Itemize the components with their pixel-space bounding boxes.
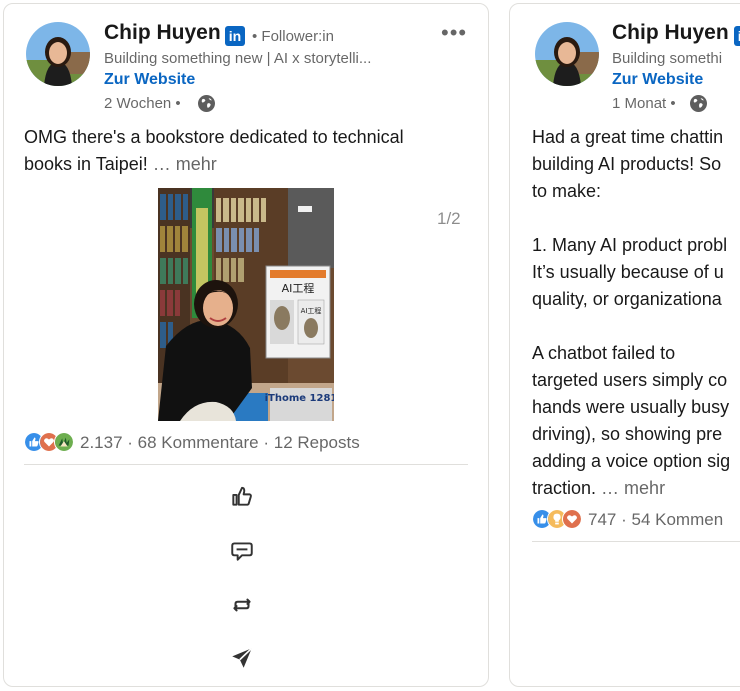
author-headline: Building somethi: [612, 50, 723, 67]
post-text-line: OMG there's a bookstore dedicated to tec…: [24, 127, 404, 147]
website-link[interactable]: Zur Website: [104, 71, 195, 89]
post-card-2: Chip Huyen in Building somethi Zur Websi…: [509, 3, 740, 687]
more-link[interactable]: … mehr: [601, 478, 665, 498]
globe-icon: [690, 95, 707, 112]
comment-icon[interactable]: [229, 538, 255, 564]
website-link[interactable]: Zur Website: [612, 71, 703, 89]
reaction-count[interactable]: 747: [588, 510, 616, 529]
magazine-title: iThome 1281: [265, 393, 334, 404]
thumbs-up-icon[interactable]: [229, 483, 255, 509]
reaction-summary: 747 · 54 Kommen: [588, 510, 723, 530]
post-photo[interactable]: AI工程 AI工程 iThome 1281: [158, 188, 334, 421]
support-reaction-icon: [54, 432, 74, 452]
author-name[interactable]: Chip Huyen: [104, 21, 221, 45]
more-icon[interactable]: •••: [441, 22, 467, 44]
comments-count[interactable]: · 54 Kommen: [621, 510, 723, 529]
post-text-line: to make:: [532, 181, 602, 201]
more-link[interactable]: … mehr: [153, 154, 217, 174]
follower-label: • Follower:in: [252, 28, 334, 45]
post-text-line: books in Taipei!: [24, 154, 148, 174]
linkedin-badge-icon: in: [734, 26, 740, 46]
post-text-line: adding a voice option sig: [532, 451, 731, 471]
reposts-count[interactable]: · 12 Reposts: [263, 433, 359, 452]
repost-icon[interactable]: [229, 592, 255, 618]
post-text-line: 1. Many AI product probl: [532, 235, 728, 255]
author-name[interactable]: Chip Huyen: [612, 21, 729, 45]
divider: [532, 541, 740, 542]
poster-book-title: AI工程: [301, 306, 322, 315]
author-avatar[interactable]: [26, 22, 90, 86]
post-text-line: Had a great time chattin: [532, 127, 724, 147]
love-reaction-icon: [562, 509, 582, 529]
author-headline: Building something new | AI x storytelli…: [104, 50, 372, 67]
post-text-line: It’s usually because of u: [532, 262, 724, 282]
post-text-line: traction.: [532, 478, 597, 498]
reaction-summary: 2.137 · 68 Kommentare · 12 Reposts: [80, 433, 360, 453]
post-text-line: A chatbot failed to: [532, 343, 676, 363]
post-card-1: Chip Huyen in • Follower:in ••• Building…: [3, 3, 489, 687]
post-text-line: driving), so showing pre: [532, 424, 723, 444]
author-avatar[interactable]: [535, 22, 599, 86]
comments-count[interactable]: · 68 Kommentare: [127, 433, 258, 452]
post-text-line: targeted users simply co: [532, 370, 728, 390]
reaction-count[interactable]: 2.137: [80, 433, 123, 452]
send-icon[interactable]: [229, 645, 255, 671]
post-text-line: hands were usually busy: [532, 397, 730, 417]
post-text-line: building AI products! So: [532, 154, 722, 174]
post-text-line-last: traction. … mehr: [532, 475, 665, 502]
divider: [24, 464, 468, 465]
image-pager: 1/2: [437, 209, 461, 228]
post-text-line-2: books in Taipei! … mehr: [24, 151, 217, 178]
post-text-line: quality, or organizationa: [532, 289, 722, 309]
poster-title: AI工程: [282, 282, 315, 295]
post-timestamp: 1 Monat •: [612, 95, 676, 112]
linkedin-badge-icon: in: [225, 26, 245, 46]
reaction-icons[interactable]: [24, 432, 78, 454]
post-timestamp: 2 Wochen •: [104, 95, 181, 112]
globe-icon: [198, 95, 215, 112]
reaction-icons[interactable]: [532, 509, 586, 531]
